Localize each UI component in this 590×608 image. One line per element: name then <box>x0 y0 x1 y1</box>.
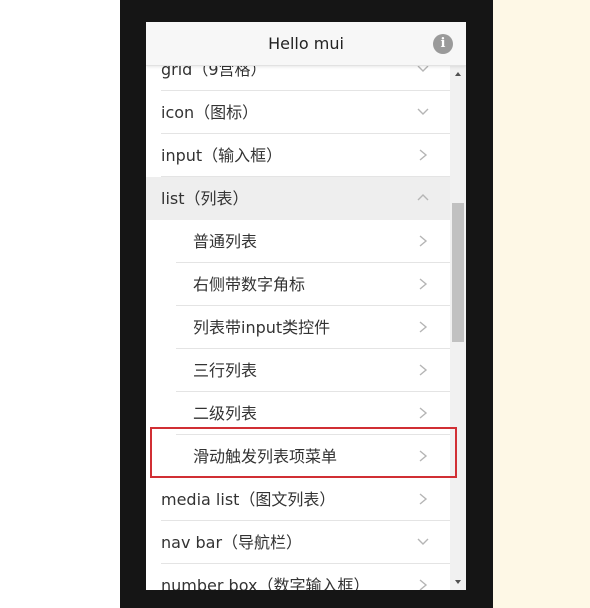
app-screen: grid（9宫格） icon（图标） input（输入框） list（列表） 普通列表右… <box>146 22 466 590</box>
list-item-label: 右侧带数字角标 <box>193 275 306 294</box>
list-item-input[interactable]: input（输入框） <box>146 134 450 177</box>
chevron-right-icon <box>419 579 428 590</box>
chevron-right-icon <box>419 364 428 376</box>
chevron-down-icon <box>417 108 429 115</box>
sub-list-item-list-badge[interactable]: 右侧带数字角标 <box>146 263 450 306</box>
scroll-down-arrow-icon[interactable] <box>455 580 461 584</box>
highlight-box <box>150 427 457 478</box>
scrollbar[interactable] <box>450 66 466 590</box>
chevron-right-icon <box>419 407 428 419</box>
chevron-down-icon <box>417 538 429 545</box>
scroll-up-arrow-icon[interactable] <box>455 72 461 76</box>
list-item-label: icon（图标） <box>161 103 259 122</box>
list-item-label: media list（图文列表） <box>161 490 336 509</box>
list-item-label: number box（数字输入框） <box>161 576 370 590</box>
navigation-bar: Hello mui i <box>146 22 466 66</box>
sub-list-item-list-three[interactable]: 三行列表 <box>146 349 450 392</box>
sub-list-item-list-plain[interactable]: 普通列表 <box>146 220 450 263</box>
list-item-icon[interactable]: icon（图标） <box>146 91 450 134</box>
list-item-number-box[interactable]: number box（数字输入框） <box>146 564 450 590</box>
list-item-label: input（输入框） <box>161 146 283 165</box>
list-item-nav-bar[interactable]: nav bar（导航栏） <box>146 521 450 564</box>
chevron-right-icon <box>419 493 428 505</box>
sub-list-item-list-input[interactable]: 列表带input类控件 <box>146 306 450 349</box>
chevron-up-icon <box>417 194 429 201</box>
list-item-label: list（列表） <box>161 189 249 208</box>
list-item-label: 列表带input类控件 <box>193 318 331 337</box>
scrollbar-thumb[interactable] <box>452 203 464 342</box>
list-item-label: 普通列表 <box>193 232 258 251</box>
chevron-right-icon <box>419 321 428 333</box>
list-item-media-list[interactable]: media list（图文列表） <box>146 478 450 521</box>
page-background <box>493 0 590 608</box>
chevron-right-icon <box>419 235 428 247</box>
page-title: Hello mui <box>268 34 344 53</box>
list-item-label: nav bar（导航栏） <box>161 533 303 552</box>
chevron-right-icon <box>419 278 428 290</box>
list-item-list[interactable]: list（列表） <box>146 177 450 220</box>
chevron-right-icon <box>419 149 428 161</box>
list-item-label: 三行列表 <box>193 361 258 380</box>
info-icon[interactable]: i <box>433 34 453 54</box>
